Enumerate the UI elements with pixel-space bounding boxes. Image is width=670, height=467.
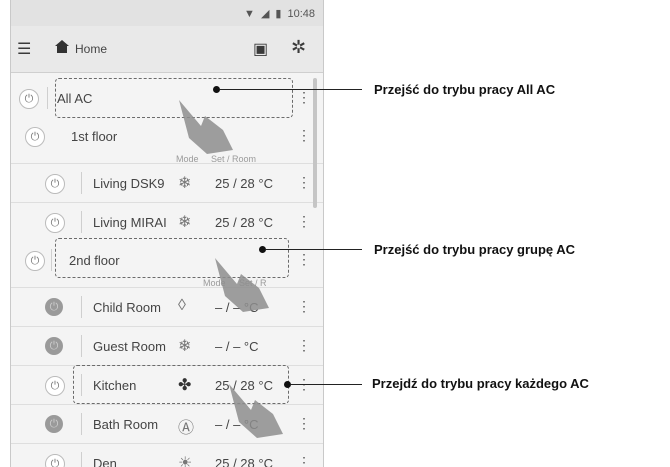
power-icon[interactable]: ⏻	[45, 174, 65, 194]
room-name: Den	[93, 456, 117, 467]
snowflake-icon: ❄	[178, 175, 192, 192]
callout-each-ac: Przejdź do trybu pracy każdego AC	[372, 376, 589, 391]
phone-screen: ▼ ◢ ▮ 10:48 ☰ Home ▣ ✲ ⏻ All AC ⋮ ⏻ 1st …	[10, 0, 324, 467]
room-temp: 25 / 28 °C	[215, 215, 273, 230]
schedule-icon[interactable]: ▣	[253, 39, 268, 59]
room-row-3[interactable]: ⏻ Guest Room ❄ – / – °C ⋮	[11, 327, 323, 366]
power-icon[interactable]: ⏻	[45, 376, 65, 396]
more-icon[interactable]: ⋮	[297, 454, 311, 467]
power-icon[interactable]: ⏻	[45, 337, 63, 355]
gear-icon[interactable]: ✲	[291, 37, 306, 58]
room-name: Living MIRAI	[93, 215, 167, 230]
drop-icon: ◊	[178, 297, 186, 314]
snowflake-icon: ❄	[178, 214, 192, 231]
room-row-1[interactable]: ⏻ Living MIRAI ❄ 25 / 28 °C ⋮	[11, 203, 323, 242]
more-icon[interactable]: ⋮	[297, 89, 311, 106]
page-title: Home	[75, 42, 108, 56]
callout-dot	[259, 246, 266, 253]
hand-pointer-icon	[215, 258, 269, 312]
more-icon[interactable]: ⋮	[297, 415, 311, 432]
room-name: Bath Room	[93, 417, 159, 432]
status-bar: ▼ ◢ ▮ 10:48	[11, 0, 323, 26]
power-icon[interactable]: ⏻	[45, 454, 65, 467]
list-item-1st-floor[interactable]: ⏻ 1st floor ⋮ Mode Set / Room	[11, 117, 323, 164]
more-icon[interactable]: ⋮	[297, 127, 311, 144]
power-icon[interactable]: ⏻	[25, 251, 45, 271]
room-name: Child Room	[93, 300, 161, 315]
menu-icon[interactable]: ☰	[17, 39, 31, 59]
more-icon[interactable]: ⋮	[297, 174, 311, 191]
battery-icon: ▮	[275, 8, 282, 20]
more-icon[interactable]: ⋮	[297, 251, 311, 268]
callout-dot	[284, 381, 291, 388]
sun-icon: ☀	[178, 455, 193, 467]
callout-line	[291, 384, 362, 385]
clock: 10:48	[287, 7, 315, 20]
callout-all-ac: Przejść do trybu pracy All AC	[374, 82, 556, 97]
power-icon[interactable]: ⏻	[25, 127, 45, 147]
power-icon[interactable]: ⏻	[45, 415, 63, 433]
room-temp: 25 / 28 °C	[215, 456, 273, 467]
scrollbar[interactable]	[313, 78, 317, 208]
snowflake-icon: ❄	[178, 338, 192, 355]
wifi-icon: ▼	[244, 7, 255, 20]
room-row-6[interactable]: ⏻ Den ☀ 25 / 28 °C ⋮	[11, 444, 323, 467]
callout-group-ac: Przejść do trybu pracy grupę AC	[374, 242, 576, 257]
callout-line	[266, 249, 362, 250]
row-label: 1st floor	[71, 129, 118, 144]
room-name: Guest Room	[93, 339, 166, 354]
power-icon[interactable]: ⏻	[19, 89, 39, 109]
more-icon[interactable]: ⋮	[297, 213, 311, 230]
auto-icon: Ⓐ	[178, 420, 195, 437]
more-icon[interactable]: ⋮	[297, 298, 311, 315]
hand-pointer-icon	[179, 100, 233, 154]
app-bar: ☰ Home ▣ ✲	[11, 26, 323, 73]
room-name: Living DSK9	[93, 176, 165, 191]
room-row-0[interactable]: ⏻ Living DSK9 ❄ 25 / 28 °C ⋮	[11, 164, 323, 203]
power-icon[interactable]: ⏻	[45, 298, 63, 316]
callout-line	[220, 89, 362, 90]
signal-icon: ◢	[260, 8, 270, 20]
callout-dot	[213, 86, 220, 93]
room-temp: – / – °C	[215, 339, 259, 354]
more-icon[interactable]: ⋮	[297, 337, 311, 354]
room-temp: 25 / 28 °C	[215, 176, 273, 191]
home-icon[interactable]	[55, 40, 69, 53]
hand-pointer-icon	[229, 384, 283, 438]
power-icon[interactable]: ⏻	[45, 213, 65, 233]
